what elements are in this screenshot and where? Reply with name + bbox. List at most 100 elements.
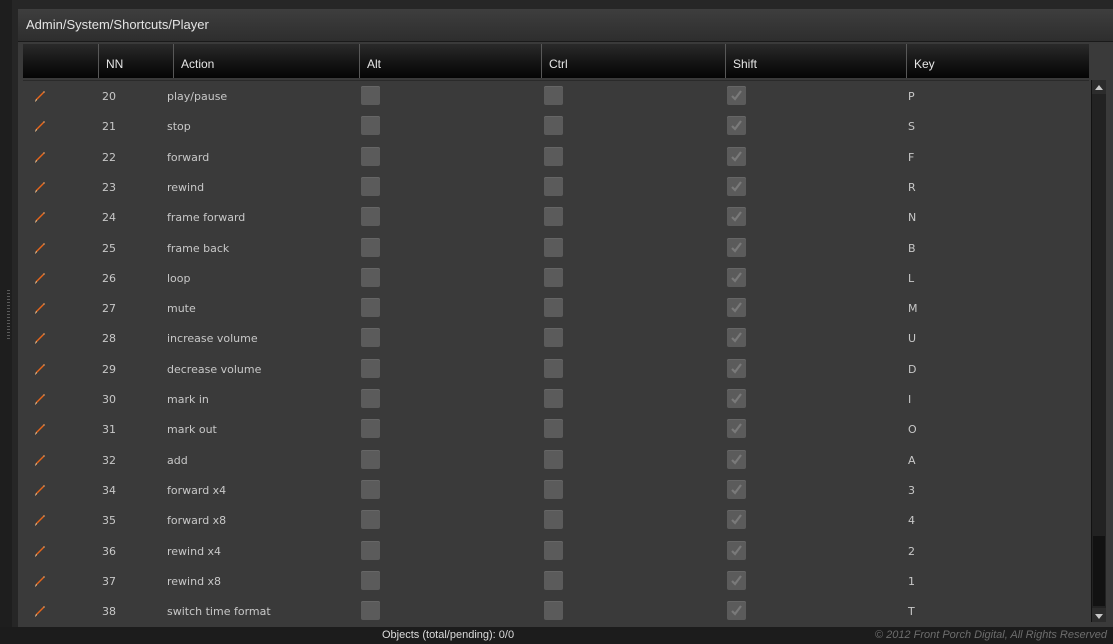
checkbox-ctrl[interactable] — [544, 298, 563, 317]
checkbox-alt[interactable] — [361, 147, 380, 166]
checkbox-alt[interactable] — [361, 601, 380, 620]
column-header-action[interactable]: Action — [173, 44, 359, 78]
panel-splitter-handle[interactable] — [7, 290, 10, 340]
checkbox-alt[interactable] — [361, 389, 380, 408]
table-row[interactable]: 24 frame forward N — [23, 202, 1089, 232]
checkbox-shift[interactable] — [727, 298, 746, 317]
checkbox-shift[interactable] — [727, 268, 746, 287]
table-row[interactable]: 34 forward x4 3 — [23, 475, 1089, 505]
table-row[interactable]: 21 stop S — [23, 111, 1089, 141]
checkbox-alt[interactable] — [361, 268, 380, 287]
checkbox-alt[interactable] — [361, 571, 380, 590]
pencil-icon[interactable] — [33, 603, 47, 617]
checkbox-shift[interactable] — [727, 601, 746, 620]
table-row[interactable]: 26 loop L — [23, 263, 1089, 293]
pencil-icon[interactable] — [33, 209, 47, 223]
table-row[interactable]: 32 add A — [23, 445, 1089, 475]
checkbox-ctrl[interactable] — [544, 207, 563, 226]
checkbox-ctrl[interactable] — [544, 450, 563, 469]
pencil-icon[interactable] — [33, 179, 47, 193]
pencil-icon[interactable] — [33, 270, 47, 284]
pencil-icon[interactable] — [33, 118, 47, 132]
column-header-nn[interactable]: NN — [98, 44, 173, 78]
pencil-icon[interactable] — [33, 330, 47, 344]
pencil-icon[interactable] — [33, 482, 47, 496]
column-header-alt[interactable]: Alt — [359, 44, 541, 78]
checkbox-shift[interactable] — [727, 86, 746, 105]
vertical-scrollbar[interactable] — [1091, 80, 1106, 622]
checkbox-shift[interactable] — [727, 450, 746, 469]
table-row[interactable]: 20 play/pause P — [23, 81, 1089, 111]
checkbox-shift[interactable] — [727, 541, 746, 560]
checkbox-shift[interactable] — [727, 389, 746, 408]
checkbox-ctrl[interactable] — [544, 419, 563, 438]
checkbox-alt[interactable] — [361, 419, 380, 438]
checkbox-alt[interactable] — [361, 359, 380, 378]
checkbox-alt[interactable] — [361, 207, 380, 226]
checkbox-ctrl[interactable] — [544, 359, 563, 378]
pencil-icon[interactable] — [33, 88, 47, 102]
checkbox-alt[interactable] — [361, 116, 380, 135]
checkbox-ctrl[interactable] — [544, 541, 563, 560]
table-row[interactable]: 25 frame back B — [23, 233, 1089, 263]
checkbox-ctrl[interactable] — [544, 268, 563, 287]
checkbox-shift[interactable] — [727, 116, 746, 135]
column-header-ctrl[interactable]: Ctrl — [541, 44, 725, 78]
checkbox-ctrl[interactable] — [544, 86, 563, 105]
table-row[interactable]: 35 forward x8 4 — [23, 505, 1089, 535]
checkbox-ctrl[interactable] — [544, 238, 563, 257]
table-row[interactable]: 31 mark out O — [23, 414, 1089, 444]
pencil-icon[interactable] — [33, 573, 47, 587]
checkbox-ctrl[interactable] — [544, 480, 563, 499]
checkbox-alt[interactable] — [361, 86, 380, 105]
pencil-icon[interactable] — [33, 512, 47, 526]
checkbox-alt[interactable] — [361, 177, 380, 196]
column-header-shift[interactable]: Shift — [725, 44, 906, 78]
checkbox-shift[interactable] — [727, 328, 746, 347]
checkbox-ctrl[interactable] — [544, 510, 563, 529]
checkbox-alt[interactable] — [361, 480, 380, 499]
table-row[interactable]: 38 switch time format T — [23, 596, 1089, 623]
column-header-key[interactable]: Key — [906, 44, 1089, 78]
pencil-icon[interactable] — [33, 421, 47, 435]
checkbox-ctrl[interactable] — [544, 328, 563, 347]
table-row[interactable]: 29 decrease volume D — [23, 354, 1089, 384]
checkbox-shift[interactable] — [727, 177, 746, 196]
pencil-icon[interactable] — [33, 300, 47, 314]
checkbox-alt[interactable] — [361, 298, 380, 317]
table-row[interactable]: 22 forward F — [23, 142, 1089, 172]
pencil-icon[interactable] — [33, 452, 47, 466]
scroll-up-icon[interactable] — [1092, 80, 1106, 94]
checkbox-shift[interactable] — [727, 510, 746, 529]
checkbox-shift[interactable] — [727, 147, 746, 166]
table-row[interactable]: 36 rewind x4 2 — [23, 536, 1089, 566]
scroll-down-icon[interactable] — [1092, 608, 1106, 622]
checkbox-ctrl[interactable] — [544, 177, 563, 196]
table-row[interactable]: 28 increase volume U — [23, 323, 1089, 353]
checkbox-ctrl[interactable] — [544, 116, 563, 135]
table-row[interactable]: 37 rewind x8 1 — [23, 566, 1089, 596]
checkbox-shift[interactable] — [727, 480, 746, 499]
checkbox-alt[interactable] — [361, 510, 380, 529]
checkbox-shift[interactable] — [727, 571, 746, 590]
checkbox-shift[interactable] — [727, 238, 746, 257]
pencil-icon[interactable] — [33, 240, 47, 254]
pencil-icon[interactable] — [33, 361, 47, 375]
checkbox-ctrl[interactable] — [544, 601, 563, 620]
scrollbar-thumb[interactable] — [1093, 536, 1105, 606]
pencil-icon[interactable] — [33, 543, 47, 557]
checkbox-alt[interactable] — [361, 328, 380, 347]
table-row[interactable]: 27 mute M — [23, 293, 1089, 323]
checkbox-shift[interactable] — [727, 419, 746, 438]
checkbox-ctrl[interactable] — [544, 389, 563, 408]
table-row[interactable]: 23 rewind R — [23, 172, 1089, 202]
pencil-icon[interactable] — [33, 391, 47, 405]
checkbox-alt[interactable] — [361, 541, 380, 560]
checkbox-ctrl[interactable] — [544, 571, 563, 590]
checkbox-alt[interactable] — [361, 450, 380, 469]
checkbox-shift[interactable] — [727, 207, 746, 226]
table-row[interactable]: 30 mark in I — [23, 384, 1089, 414]
checkbox-alt[interactable] — [361, 238, 380, 257]
checkbox-shift[interactable] — [727, 359, 746, 378]
checkbox-ctrl[interactable] — [544, 147, 563, 166]
